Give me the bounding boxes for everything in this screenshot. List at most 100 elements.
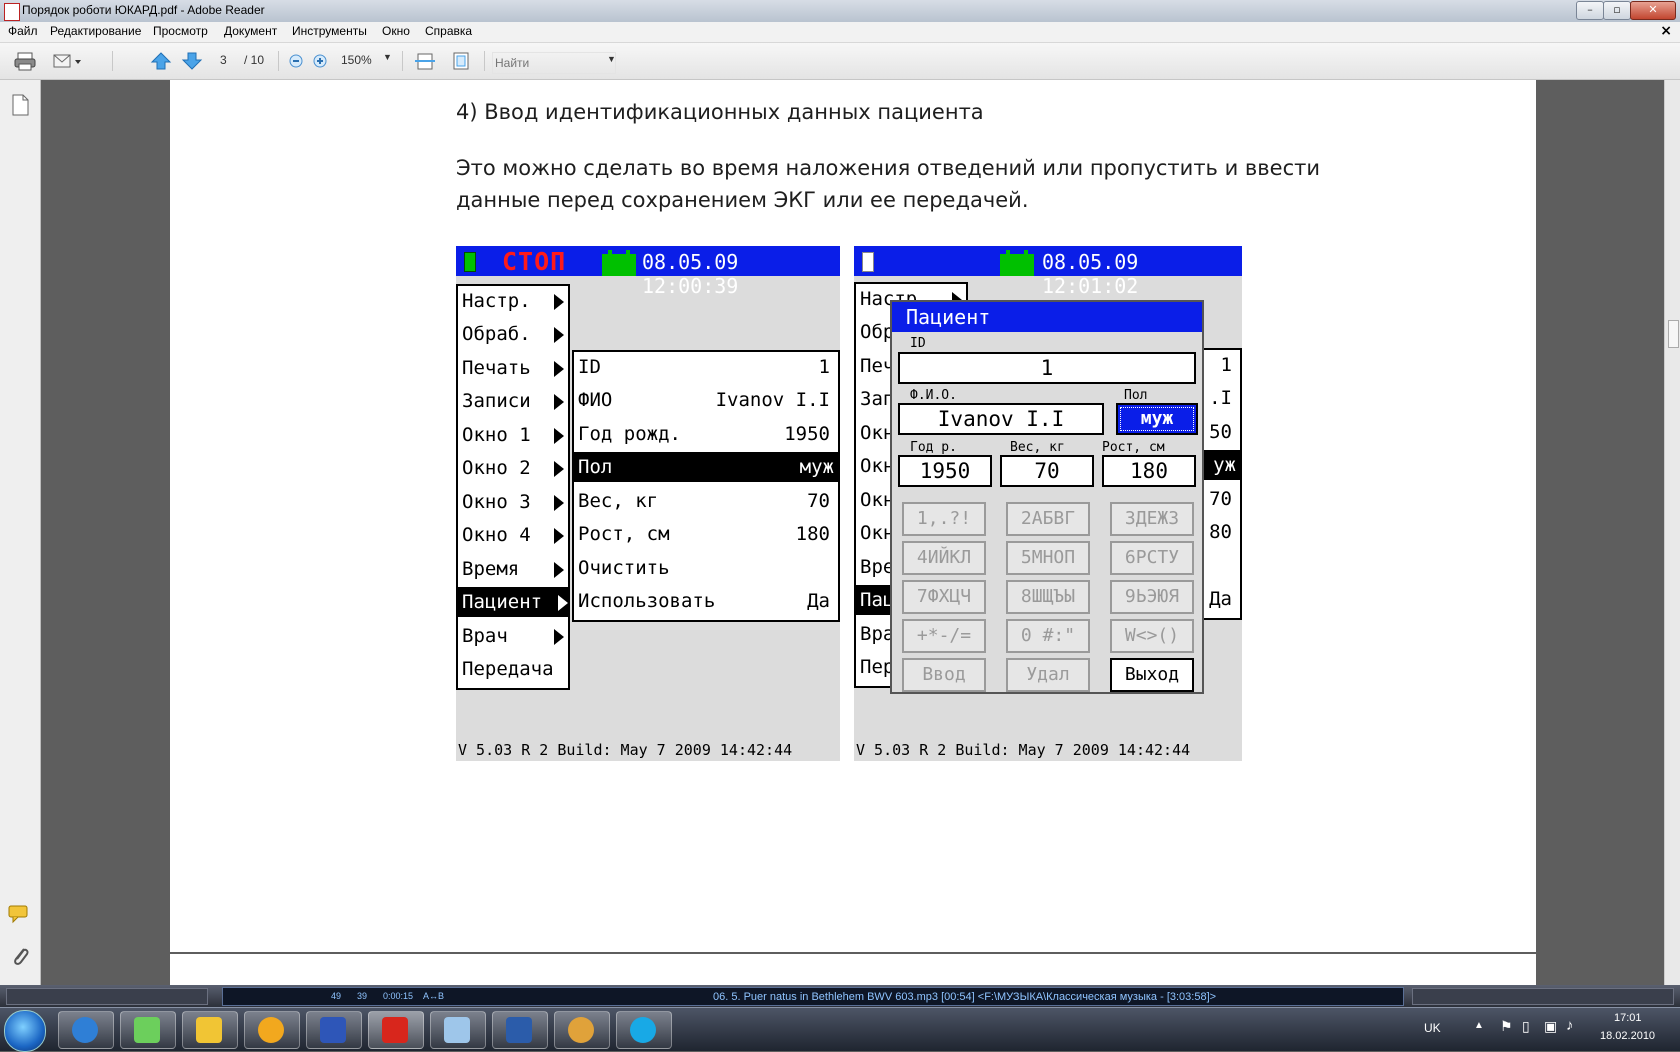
- player-khz: 39: [357, 991, 368, 1001]
- taskbar-chain[interactable]: [244, 1011, 300, 1049]
- weight-field[interactable]: 70: [1000, 455, 1094, 487]
- menu-edit[interactable]: Редактирование: [50, 24, 141, 38]
- network-icon[interactable]: ▣: [1544, 1018, 1557, 1035]
- submenu-row[interactable]: Очистить: [578, 553, 834, 583]
- enter-button[interactable]: Ввод: [902, 658, 986, 692]
- device-menu-item[interactable]: Настр.: [462, 286, 564, 316]
- comments-icon[interactable]: [8, 904, 32, 928]
- page-number-input[interactable]: 3: [220, 53, 227, 67]
- attachments-icon[interactable]: [10, 944, 30, 972]
- device-icon[interactable]: ▯: [1522, 1018, 1530, 1035]
- minimize-button[interactable]: –: [1576, 1, 1604, 20]
- player-ab-repeat[interactable]: A↔B: [423, 991, 444, 1001]
- volume-icon[interactable]: ♪: [1566, 1017, 1574, 1034]
- device-menu-item[interactable]: Окно 2: [462, 453, 564, 483]
- patient-dialog: Пациент ID 1 Ф.И.О. Ivanov I.I Пол муж Г…: [890, 300, 1204, 694]
- submenu-row[interactable]: Вес, кг 70: [578, 486, 834, 516]
- key-4[interactable]: 4ИЙКЛ: [902, 541, 986, 575]
- device-version: V 5.03 R 2 Build: May 7 2009 14:42:44: [458, 741, 793, 759]
- tray-expand-icon[interactable]: ▲: [1474, 1020, 1484, 1031]
- taskbar-save[interactable]: [306, 1011, 362, 1049]
- device-menu-item-selected[interactable]: Пациент: [458, 587, 568, 617]
- zoom-select[interactable]: 150%: [341, 53, 372, 67]
- key-7[interactable]: 7ФХЦЧ: [902, 580, 986, 614]
- menu-view[interactable]: Просмотр: [153, 24, 208, 38]
- find-dropdown-icon[interactable]: ▼: [607, 54, 616, 64]
- device-menu-item[interactable]: Врач: [462, 621, 564, 651]
- device-menu-item[interactable]: Записи: [462, 386, 564, 416]
- print-icon[interactable]: [14, 51, 36, 71]
- menu-file[interactable]: Файл: [8, 24, 38, 38]
- flag-icon[interactable]: ⚑: [1500, 1018, 1513, 1035]
- butterfly-icon: [196, 1017, 222, 1043]
- paragraph-line-1: Это можно сделать во время наложения отв…: [456, 156, 1321, 180]
- clock-time[interactable]: 17:01: [1614, 1012, 1642, 1024]
- menu-tools[interactable]: Инструменты: [292, 24, 367, 38]
- clock-date[interactable]: 18.02.2010: [1600, 1030, 1655, 1042]
- taskbar-butterfly[interactable]: [182, 1011, 238, 1049]
- scrollbar-thumb[interactable]: [1668, 320, 1679, 348]
- close-window-button[interactable]: ✕: [1630, 1, 1676, 20]
- device-menu-item[interactable]: Обраб.: [462, 319, 564, 349]
- exit-button[interactable]: Выход: [1110, 658, 1194, 692]
- submenu-row[interactable]: Рост, см 180: [578, 519, 834, 549]
- zoom-in-icon[interactable]: [312, 53, 334, 73]
- key-5[interactable]: 5МНОП: [1006, 541, 1090, 575]
- find-input[interactable]: [492, 52, 616, 74]
- menu-document[interactable]: Документ: [224, 24, 277, 38]
- zoom-out-icon[interactable]: [288, 53, 310, 73]
- vertical-scrollbar[interactable]: [1664, 80, 1680, 985]
- maximize-button[interactable]: ▫: [1603, 1, 1631, 20]
- taskbar-settings[interactable]: [554, 1011, 610, 1049]
- window-titlebar: Порядок роботи ЮКАРД.pdf - Adobe Reader …: [0, 0, 1680, 22]
- submenu-row[interactable]: Использовать Да: [578, 586, 834, 616]
- player-track-title: 06. 5. Puer natus in Bethlehem BWV 603.m…: [713, 991, 1217, 1003]
- pages-panel-icon[interactable]: [10, 94, 30, 120]
- taskbar-word[interactable]: [492, 1011, 548, 1049]
- device-menu-item[interactable]: Окно 1: [462, 420, 564, 450]
- start-button[interactable]: [4, 1010, 46, 1052]
- submenu-row[interactable]: ФИО Ivanov I.I: [578, 385, 834, 415]
- submenu-row[interactable]: ID 1: [578, 352, 834, 382]
- player-controls-left[interactable]: [6, 988, 208, 1005]
- submenu-row[interactable]: Год рожд. 1950: [578, 419, 834, 449]
- menu-window[interactable]: Окно: [382, 24, 410, 38]
- device-menu-item[interactable]: Печать: [462, 353, 564, 383]
- key-0[interactable]: 0 #:": [1006, 619, 1090, 653]
- key-1[interactable]: 1,.?!: [902, 502, 986, 536]
- fit-width-icon[interactable]: [414, 51, 436, 71]
- key-9[interactable]: 9ЬЭЮЯ: [1110, 580, 1194, 614]
- key-3[interactable]: 3ДЕЖЗ: [1110, 502, 1194, 536]
- menu-help[interactable]: Справка: [425, 24, 472, 38]
- id-field[interactable]: 1: [898, 352, 1196, 384]
- email-icon[interactable]: [52, 51, 81, 71]
- device-menu-item[interactable]: Передача: [462, 654, 564, 684]
- fio-field[interactable]: Ivanov I.I: [898, 403, 1104, 435]
- device-menu-item[interactable]: Окно 4: [462, 520, 564, 550]
- device-menu-item[interactable]: Время: [462, 554, 564, 584]
- fio-label: Ф.И.О.: [910, 388, 957, 403]
- delete-button[interactable]: Удал: [1006, 658, 1090, 692]
- close-document-icon[interactable]: ×: [1660, 23, 1672, 39]
- language-indicator[interactable]: UK: [1424, 1021, 1441, 1035]
- submenu-row-selected[interactable]: Пол муж: [574, 452, 838, 482]
- sex-field[interactable]: муж: [1116, 403, 1198, 435]
- birth-year-field[interactable]: 1950: [898, 455, 992, 487]
- taskbar-files[interactable]: [120, 1011, 176, 1049]
- taskbar-skype[interactable]: [616, 1011, 672, 1049]
- key-2[interactable]: 2АБВГ: [1006, 502, 1090, 536]
- previous-page-icon[interactable]: [150, 51, 172, 71]
- key-8[interactable]: 8ШЩЪЫ: [1006, 580, 1090, 614]
- key-brackets[interactable]: W<>(): [1110, 619, 1194, 653]
- taskbar-explorer[interactable]: [430, 1011, 486, 1049]
- key-symbols[interactable]: +*-/=: [902, 619, 986, 653]
- player-controls-right[interactable]: [1412, 988, 1674, 1005]
- taskbar-adobe-reader[interactable]: [368, 1011, 424, 1049]
- taskbar-ie[interactable]: [58, 1011, 114, 1049]
- device-menu-item[interactable]: Окно 3: [462, 487, 564, 517]
- key-6[interactable]: 6РСТУ: [1110, 541, 1194, 575]
- fit-page-icon[interactable]: [450, 51, 472, 71]
- height-field[interactable]: 180: [1102, 455, 1196, 487]
- zoom-dropdown-icon[interactable]: ▼: [383, 52, 392, 62]
- next-page-icon[interactable]: [181, 51, 203, 71]
